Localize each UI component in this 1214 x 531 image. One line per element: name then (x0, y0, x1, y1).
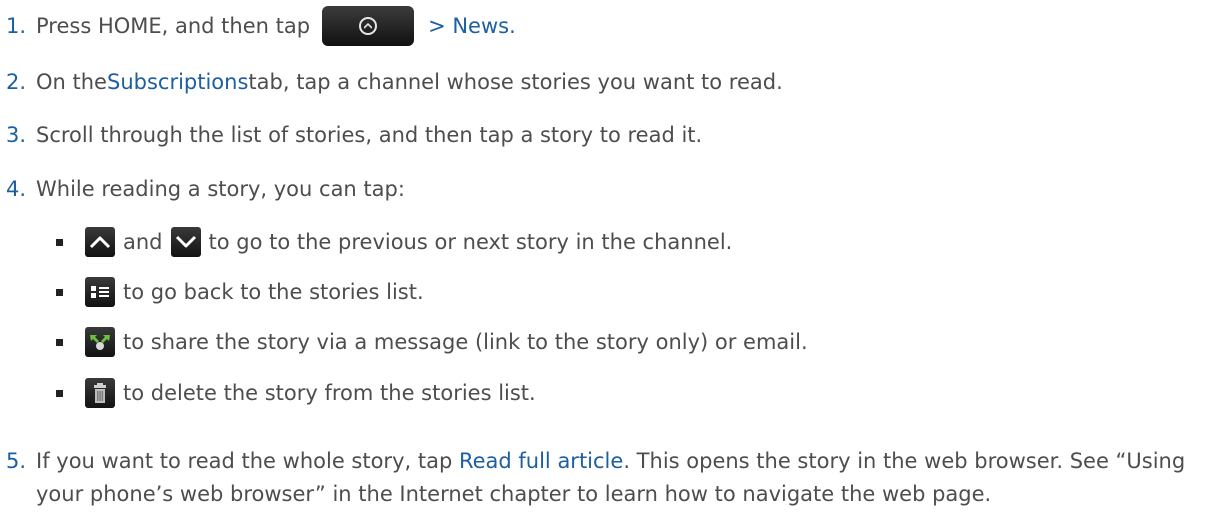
trash-icon (85, 378, 115, 408)
step-text: On the (36, 70, 107, 94)
list-item: and to go to the previous or next story … (56, 226, 732, 258)
home-button-icon (322, 6, 415, 46)
bullet-marker (56, 288, 63, 296)
step-text: tab, tap a channel whose stories you wan… (248, 70, 783, 94)
step-5: 5. If you want to read the whole story, … (6, 445, 1206, 511)
list-item: to share the story via a message (link t… (56, 326, 808, 358)
bullet-text: to go back to the stories list. (123, 280, 424, 304)
step-number: 5. (6, 449, 27, 473)
stories-list-icon (85, 277, 115, 307)
bullet-marker (56, 389, 63, 397)
step-number: 1. (6, 14, 27, 38)
up-arrow-icon (85, 227, 115, 257)
step-keyword: > News. (428, 14, 516, 38)
step-text: Press HOME, and then tap (36, 14, 311, 38)
bullet-text: to go to the previous or next story in t… (208, 230, 733, 254)
list-item: to delete the story from the stories lis… (56, 377, 536, 409)
step-text: If you want to read the whole story, tap (36, 449, 459, 473)
step-keyword: Subscriptions (106, 70, 249, 94)
list-item: to go back to the stories list. (56, 276, 424, 308)
step-paragraph: If you want to read the whole story, tap… (36, 445, 1206, 511)
step-text: Scroll through the list of stories, and … (36, 123, 703, 147)
step-1: 1. Press HOME, and then tap > News. (6, 6, 516, 46)
bullet-text: to delete the story from the stories lis… (123, 381, 536, 405)
down-arrow-icon (170, 227, 201, 257)
bullet-marker (56, 338, 63, 346)
step-number: 4. (6, 177, 27, 201)
step-4: 4. While reading a story, you can tap: (6, 174, 405, 204)
bullet-text: to share the story via a message (link t… (123, 330, 808, 354)
step-keyword: Read full article (458, 449, 624, 473)
step-text: While reading a story, you can tap: (36, 177, 405, 201)
step-number: 2. (6, 70, 27, 94)
step-2: 2. On the Subscriptions tab, tap a chann… (6, 67, 783, 97)
bullet-joiner: and (123, 230, 163, 254)
share-icon (85, 327, 115, 357)
step-number: 3. (6, 123, 27, 147)
bullet-marker (56, 238, 63, 246)
step-3: 3. Scroll through the list of stories, a… (6, 120, 702, 150)
